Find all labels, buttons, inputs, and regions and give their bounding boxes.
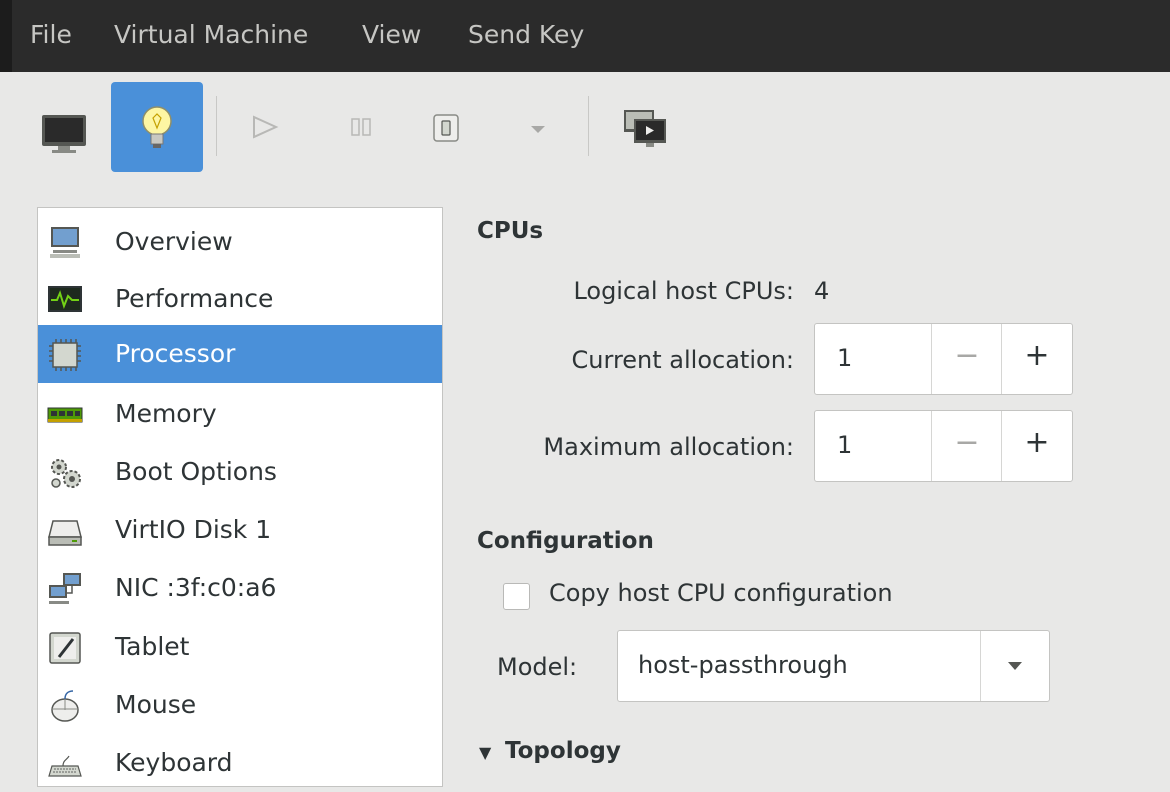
menu-view[interactable]: View: [362, 20, 421, 49]
sidebar-item-tablet[interactable]: Tablet: [38, 618, 442, 676]
menu-send-key[interactable]: Send Key: [468, 20, 584, 49]
sidebar-item-label: Processor: [115, 339, 236, 368]
hard-disk-icon: [48, 520, 82, 546]
shutdown-icon: [433, 114, 459, 142]
mouse-icon: [51, 690, 79, 722]
plus-icon: +: [1024, 338, 1050, 373]
maximum-allocation-input[interactable]: 1: [815, 411, 927, 481]
sidebar-item-label: Mouse: [115, 690, 197, 719]
current-allocation-decrement-button[interactable]: −: [931, 324, 1002, 394]
plus-icon: +: [1024, 425, 1050, 460]
current-allocation-label: Current allocation:: [571, 346, 794, 374]
computer-icon: [50, 227, 80, 258]
dropdown-arrow-icon: [531, 126, 545, 133]
copy-host-cpu-checkbox[interactable]: [503, 583, 530, 610]
keyboard-icon: [48, 755, 82, 777]
sidebar-item-overview[interactable]: Overview: [38, 213, 442, 271]
sidebar-item-nic[interactable]: NIC :3f:c0:a6: [38, 559, 442, 617]
console-button[interactable]: [28, 82, 108, 172]
sidebar-item-label: Overview: [115, 227, 233, 256]
sidebar-item-label: Keyboard: [115, 748, 233, 777]
sidebar-item-label: Boot Options: [115, 457, 277, 486]
pause-icon: [351, 118, 371, 136]
gears-icon: [51, 459, 81, 488]
current-allocation-spinner: 1 − +: [814, 323, 1073, 395]
maximum-allocation-spinner: 1 − +: [814, 410, 1073, 482]
shutdown-menu-button[interactable]: [518, 82, 558, 172]
sidebar-item-label: Tablet: [115, 632, 190, 661]
sidebar-item-virtio-disk[interactable]: VirtIO Disk 1: [38, 501, 442, 559]
maximum-allocation-value: 1: [837, 431, 853, 459]
console-monitor-icon: [42, 115, 86, 153]
sidebar-item-label: Performance: [115, 284, 274, 313]
cpu-chip-icon: [49, 339, 81, 371]
memory-ram-icon: [47, 407, 83, 423]
sidebar-item-memory[interactable]: Memory: [38, 385, 442, 443]
menu-file[interactable]: File: [30, 20, 72, 49]
toolbar-separator: [588, 96, 589, 156]
topology-section-title: Topology: [505, 738, 621, 764]
details-lightbulb-icon: [142, 106, 172, 148]
sidebar-item-label: NIC :3f:c0:a6: [115, 573, 277, 602]
sidebar-item-performance[interactable]: Performance: [38, 270, 442, 328]
sidebar-item-processor[interactable]: Processor: [38, 325, 442, 383]
configuration-section-title: Configuration: [477, 528, 654, 554]
logical-host-cpus-label: Logical host CPUs:: [573, 277, 794, 305]
run-button[interactable]: [228, 82, 298, 172]
minus-icon: −: [954, 338, 980, 373]
fullscreen-button[interactable]: [608, 82, 688, 172]
copy-host-cpu-label[interactable]: Copy host CPU configuration: [549, 579, 893, 607]
play-icon: [253, 115, 279, 139]
minus-icon: −: [954, 425, 980, 460]
sidebar-item-label: Memory: [115, 399, 217, 428]
sidebar-item-label: VirtIO Disk 1: [115, 515, 272, 544]
menubar-edge: [0, 0, 12, 72]
maximum-allocation-decrement-button[interactable]: −: [931, 411, 1002, 481]
current-allocation-increment-button[interactable]: +: [1001, 324, 1072, 394]
toolbar-separator: [216, 96, 217, 156]
model-combobox[interactable]: host-passthrough: [617, 630, 1050, 702]
cpus-section-title: CPUs: [477, 218, 544, 244]
sidebar-item-keyboard[interactable]: Keyboard: [38, 734, 442, 792]
performance-monitor-icon: [48, 286, 82, 312]
logical-host-cpus-value: 4: [814, 277, 830, 305]
current-allocation-value: 1: [837, 344, 853, 372]
menu-virtual-machine[interactable]: Virtual Machine: [114, 20, 308, 49]
toolbar: [0, 72, 1170, 200]
maximum-allocation-label: Maximum allocation:: [543, 433, 794, 461]
menubar: File Virtual Machine View Send Key: [0, 0, 1170, 72]
model-value: host-passthrough: [638, 651, 848, 679]
tablet-icon: [49, 632, 81, 664]
details-button[interactable]: [111, 82, 203, 172]
sidebar-item-boot-options[interactable]: Boot Options: [38, 443, 442, 501]
chevron-down-icon: [1008, 662, 1022, 670]
sidebar-item-mouse[interactable]: Mouse: [38, 676, 442, 734]
current-allocation-input[interactable]: 1: [815, 324, 927, 394]
model-label: Model:: [497, 653, 578, 681]
expander-arrow-icon: ▼: [479, 743, 492, 762]
network-icon: [49, 573, 81, 604]
hardware-list: Overview Performance Processor Memory Bo…: [37, 207, 443, 787]
shutdown-button[interactable]: [420, 82, 490, 172]
pause-button[interactable]: [330, 82, 400, 172]
model-dropdown-button[interactable]: [980, 631, 1051, 701]
maximum-allocation-increment-button[interactable]: +: [1001, 411, 1072, 481]
fullscreen-screens-icon: [624, 110, 666, 147]
